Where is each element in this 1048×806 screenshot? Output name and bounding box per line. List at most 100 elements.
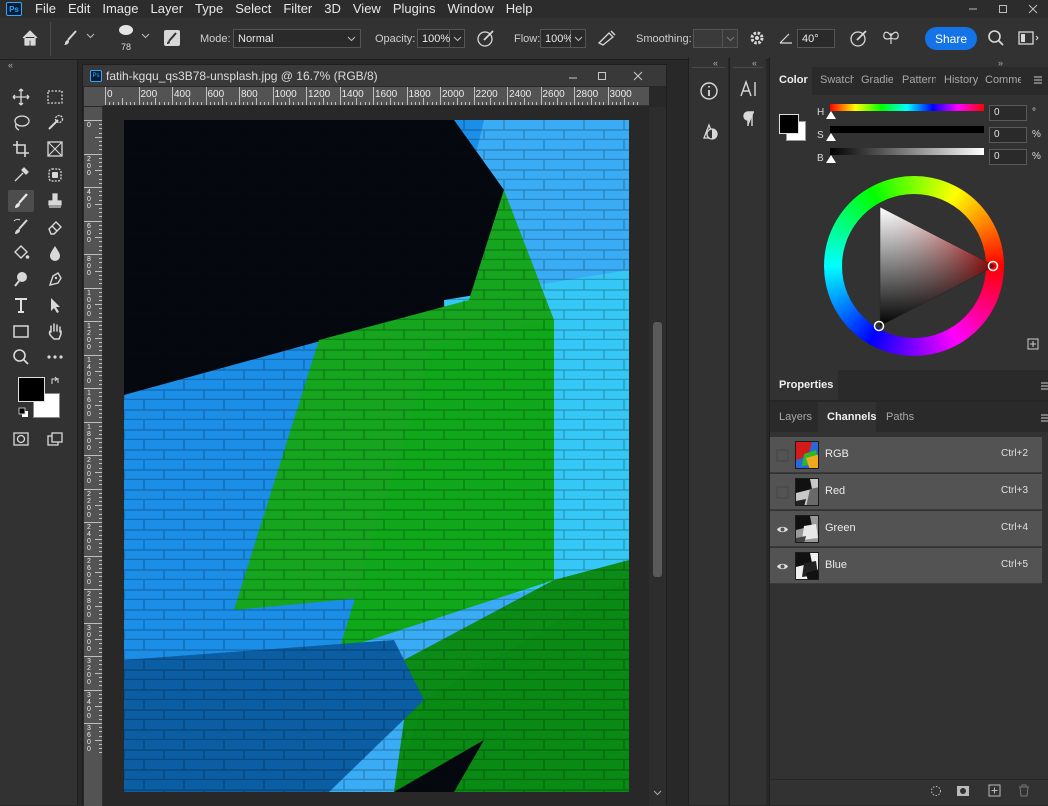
- menu-window[interactable]: Window: [441, 0, 499, 18]
- brightness-slider-handle[interactable]: [826, 155, 836, 163]
- share-button[interactable]: Share: [925, 27, 977, 50]
- saturation-slider[interactable]: [830, 126, 984, 133]
- document-tab[interactable]: Ps fatih-kgqu_qs3B78-unsplash.jpg @ 16.7…: [83, 65, 666, 86]
- brightness-input[interactable]: 0: [989, 149, 1027, 165]
- chevron-down-icon[interactable]: [86, 33, 95, 39]
- flow-dropdown[interactable]: [571, 29, 586, 48]
- doc-minimize-icon[interactable]: [558, 65, 588, 86]
- paint-bucket-icon[interactable]: [8, 242, 34, 264]
- symmetry-butterfly-icon[interactable]: [881, 28, 901, 48]
- new-channel-icon[interactable]: [988, 784, 1001, 797]
- tab-history[interactable]: History: [944, 74, 978, 86]
- path-selection-icon[interactable]: [42, 294, 68, 316]
- blur-tool-icon[interactable]: [42, 242, 68, 264]
- menu-help[interactable]: Help: [500, 0, 539, 18]
- pen-tool-icon[interactable]: [42, 268, 68, 290]
- eye-icon[interactable]: [776, 560, 789, 573]
- tab-gradients[interactable]: Gradie: [861, 74, 893, 86]
- dodge-tool-icon[interactable]: [8, 268, 34, 290]
- tab-channels[interactable]: Channels: [827, 411, 877, 423]
- visibility-toggle-off[interactable]: [776, 486, 789, 499]
- brush-tool-icon[interactable]: [8, 190, 34, 212]
- color-panel-fg-swatch[interactable]: [779, 114, 799, 134]
- paragraph-panel-icon[interactable]: [739, 109, 759, 129]
- marquee-tool-icon[interactable]: [42, 86, 68, 108]
- scrollbar-thumb[interactable]: [653, 322, 662, 577]
- tab-layers[interactable]: Layers: [779, 411, 812, 423]
- more-tools-icon[interactable]: [42, 346, 68, 368]
- rectangle-tool-icon[interactable]: [8, 320, 34, 342]
- airbrush-icon[interactable]: [597, 29, 617, 47]
- minimize-icon[interactable]: [958, 0, 988, 18]
- menu-image[interactable]: Image: [96, 0, 144, 18]
- collapse-toolbar-icon[interactable]: «: [8, 60, 13, 70]
- color-panel-menu-icon[interactable]: [1033, 75, 1043, 85]
- trash-icon[interactable]: [1018, 784, 1030, 797]
- spot-healing-icon[interactable]: [42, 164, 68, 186]
- brush-settings-icon[interactable]: [163, 29, 181, 47]
- menu-type[interactable]: Type: [189, 0, 229, 18]
- color-triangle[interactable]: [824, 176, 1004, 356]
- menu-select[interactable]: Select: [229, 0, 277, 18]
- brush-preset-icon[interactable]: [117, 24, 135, 36]
- smoothing-input[interactable]: [693, 29, 723, 48]
- eyedropper-tool-icon[interactable]: [8, 164, 34, 186]
- eye-icon[interactable]: [776, 523, 789, 536]
- clone-stamp-icon[interactable]: [42, 190, 68, 212]
- hue-input[interactable]: 0: [989, 105, 1027, 121]
- channel-row-green[interactable]: Green Ctrl+4: [770, 511, 1042, 547]
- tab-patterns[interactable]: Pattern: [902, 74, 936, 86]
- close-icon[interactable]: [1018, 0, 1048, 18]
- menu-3d[interactable]: 3D: [318, 0, 347, 18]
- zoom-tool-icon[interactable]: [8, 346, 34, 368]
- eraser-tool-icon[interactable]: [42, 216, 68, 238]
- brightness-slider[interactable]: [830, 148, 984, 155]
- load-selection-icon[interactable]: [930, 785, 942, 797]
- layers-menu-icon[interactable]: [1040, 413, 1048, 423]
- adjustments-icon[interactable]: [699, 121, 719, 141]
- character-panel-icon[interactable]: [739, 79, 759, 99]
- screen-mode-icon[interactable]: [42, 428, 68, 450]
- restore-icon[interactable]: [988, 0, 1018, 18]
- crop-tool-icon[interactable]: [8, 138, 34, 160]
- doc-restore-icon[interactable]: [587, 65, 617, 86]
- move-tool-icon[interactable]: [8, 86, 34, 108]
- search-icon[interactable]: [987, 29, 1005, 47]
- smoothing-dropdown[interactable]: [723, 29, 738, 48]
- pressure-size-icon[interactable]: [849, 29, 869, 47]
- swap-colors-icon[interactable]: [50, 376, 60, 386]
- menu-edit[interactable]: Edit: [62, 0, 96, 18]
- workspace-icon[interactable]: [1018, 30, 1040, 46]
- history-brush-icon[interactable]: [8, 216, 34, 238]
- channel-row-red[interactable]: Red Ctrl+3: [770, 474, 1042, 510]
- lasso-tool-icon[interactable]: [8, 112, 34, 134]
- mode-select[interactable]: Normal: [233, 29, 361, 48]
- opacity-input[interactable]: 100%: [417, 29, 450, 48]
- type-tool-icon[interactable]: [8, 294, 34, 316]
- channel-row-blue[interactable]: Blue Ctrl+5: [770, 548, 1042, 584]
- saturation-slider-handle[interactable]: [826, 133, 836, 141]
- tab-paths[interactable]: Paths: [886, 411, 914, 423]
- foreground-color-swatch-front[interactable]: [18, 377, 45, 402]
- visibility-toggle-off[interactable]: [776, 449, 789, 462]
- tab-color[interactable]: Color: [779, 74, 808, 86]
- color-panel-expand-icon[interactable]: [1027, 338, 1039, 350]
- vertical-ruler[interactable]: 0 2 0 0 4 0 0 6 0 0 8 0 0 1 0 0 0 1 2 0 0 1 4 0…: [84, 107, 103, 806]
- canvas-area[interactable]: [104, 107, 649, 806]
- horizontal-ruler[interactable]: 0 200 400 600 800 1000 1200 1400 1600 1800 2000 220…: [103, 87, 649, 106]
- opacity-dropdown[interactable]: [450, 29, 465, 48]
- info-icon[interactable]: [699, 81, 719, 101]
- hand-tool-icon[interactable]: [42, 320, 68, 342]
- object-selection-icon[interactable]: [42, 112, 68, 134]
- ruler-origin[interactable]: [84, 87, 103, 106]
- home-icon[interactable]: [20, 29, 40, 47]
- tab-swatches[interactable]: Swatch: [820, 74, 854, 86]
- hue-slider-handle[interactable]: [826, 111, 836, 119]
- menu-filter[interactable]: Filter: [277, 0, 318, 18]
- vertical-scrollbar[interactable]: [649, 107, 666, 806]
- doc-close-icon[interactable]: [623, 65, 653, 86]
- menu-file[interactable]: File: [29, 0, 62, 18]
- save-selection-icon[interactable]: [956, 785, 970, 797]
- tab-properties[interactable]: Properties: [779, 379, 833, 391]
- hue-slider[interactable]: [830, 104, 984, 111]
